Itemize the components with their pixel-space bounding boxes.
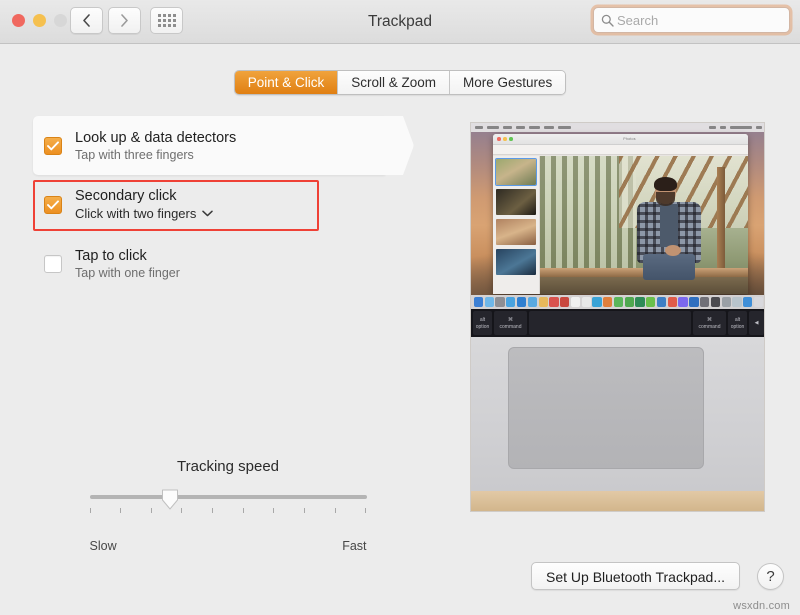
preview-menu-bar (471, 123, 765, 132)
gesture-options-list: Look up & data detectors Tap with three … (33, 116, 423, 293)
preview-keyboard-row: altoption ⌘command ⌘command altoption ◀ (471, 309, 765, 337)
slider-track[interactable] (90, 495, 367, 499)
tracking-speed-label: Tracking speed (33, 458, 423, 475)
tab-scroll-and-zoom[interactable]: Scroll & Zoom (338, 71, 450, 94)
checkbox-look-up[interactable] (44, 137, 62, 155)
tracking-speed-slider[interactable] (90, 491, 367, 531)
tab-bar: Point & Click Scroll & Zoom More Gesture… (0, 70, 800, 95)
preview-desk-surface (471, 491, 765, 511)
preview-thumbnail (496, 189, 536, 215)
preview-key-option-right: altoption (728, 311, 747, 335)
window-titlebar: Trackpad Search (0, 0, 800, 44)
preview-trackpad-surface (508, 347, 704, 469)
checkmark-icon (47, 141, 59, 151)
tab-more-gestures[interactable]: More Gestures (450, 71, 565, 94)
option-subtitle: Tap with one finger (75, 266, 180, 280)
slider-max-label: Fast (342, 539, 366, 553)
option-title: Secondary click (75, 188, 213, 204)
checkbox-tap-to-click[interactable] (44, 255, 62, 273)
option-subtitle-dropdown[interactable]: Click with two fingers (75, 206, 213, 221)
trackpad-preview-video[interactable]: Photos (470, 122, 765, 512)
tab-point-and-click[interactable]: Point & Click (235, 71, 339, 94)
preview-main-photo (540, 156, 748, 294)
checkbox-secondary-click[interactable] (44, 196, 62, 214)
slider-knob[interactable] (161, 489, 178, 510)
preview-photos-window: Photos (493, 134, 748, 294)
slider-range-labels: Slow Fast (90, 539, 367, 553)
selected-row-chevron-icon (384, 116, 414, 175)
preview-photo-sidebar (493, 156, 540, 294)
setup-bluetooth-trackpad-button[interactable]: Set Up Bluetooth Trackpad... (531, 562, 740, 590)
preview-key-option-left: altoption (473, 311, 492, 335)
tracking-speed-section: Tracking speed Slow Fast (33, 458, 423, 553)
slider-min-label: Slow (90, 539, 117, 553)
checkmark-icon (47, 200, 59, 210)
preview-key-command-left: ⌘command (494, 311, 527, 335)
preview-thumbnail (496, 249, 536, 275)
preferences-panel: Look up & data detectors Tap with three … (22, 103, 778, 548)
option-row-tap-to-click[interactable]: Tap to click Tap with one finger (33, 234, 423, 293)
search-input[interactable]: Search (593, 7, 790, 33)
option-subtitle: Click with two fingers (75, 206, 196, 221)
preview-thumbnail (496, 159, 536, 185)
chevron-down-icon (202, 210, 213, 217)
preview-key-command-right: ⌘command (693, 311, 726, 335)
option-row-look-up[interactable]: Look up & data detectors Tap with three … (33, 116, 385, 175)
option-title: Look up & data detectors (75, 130, 236, 146)
preview-person-figure (632, 179, 715, 280)
slider-ticks (90, 508, 367, 513)
option-row-secondary-click[interactable]: Secondary click Click with two fingers (33, 175, 423, 234)
option-subtitle: Tap with three fingers (75, 148, 236, 162)
preview-key-space (529, 311, 691, 335)
watermark: wsxdn.com (733, 600, 790, 612)
preview-key-arrow: ◀ (749, 311, 764, 335)
help-button[interactable]: ? (757, 563, 784, 590)
search-icon (601, 14, 614, 27)
preview-laptop-screen: Photos (471, 123, 765, 309)
preview-window-titlebar: Photos (493, 134, 748, 145)
option-title: Tap to click (75, 248, 180, 264)
trackpad-preferences-window: Trackpad Search Point & Click Scroll & Z… (0, 0, 800, 615)
preview-palm-rest (471, 337, 765, 511)
preview-window-toolbar (493, 145, 748, 155)
preview-window-title: Photos (515, 137, 744, 141)
search-placeholder: Search (617, 13, 658, 28)
preview-thumbnail (496, 219, 536, 245)
preview-dock (471, 295, 765, 309)
